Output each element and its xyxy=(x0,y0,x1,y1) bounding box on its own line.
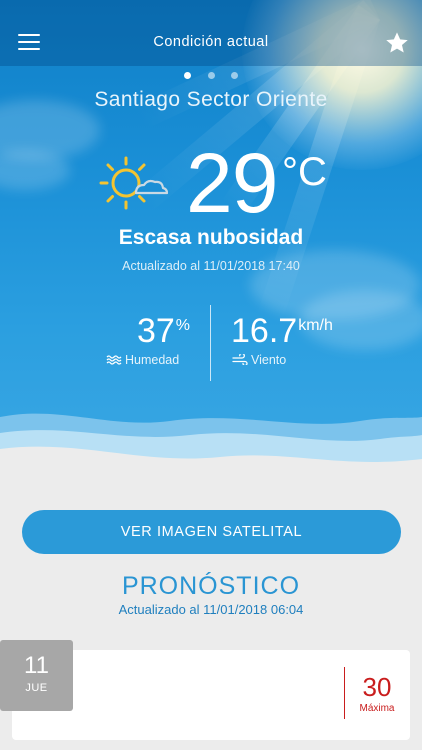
condition-text: Escasa nubosidad xyxy=(118,226,304,249)
forecast-updated: Actualizado al 11/01/2018 06:04 xyxy=(118,602,304,617)
temperature-value: 29 xyxy=(186,136,278,230)
wind-number: 16.7 xyxy=(231,312,298,350)
humidity-value: 37% xyxy=(137,312,190,351)
humidity-waves-icon xyxy=(106,355,122,365)
page-dot[interactable] xyxy=(207,72,215,79)
star-icon[interactable] xyxy=(384,30,410,56)
humidity-label: Humedad xyxy=(125,353,180,367)
forecast-title: PRONÓSTICO xyxy=(121,572,301,600)
page-indicator[interactable] xyxy=(0,66,422,84)
top-bar xyxy=(0,0,422,66)
wind-value: 16.7km/h xyxy=(231,312,333,351)
temperature-unit: °C xyxy=(282,150,327,194)
sun-cloud-icon xyxy=(99,156,168,210)
humidity-number: 37 xyxy=(136,312,175,350)
max-temp-label: Máxima xyxy=(359,703,395,714)
forecast-day-number: 11 xyxy=(24,652,49,679)
forecast-day-badge: 11 JUE xyxy=(0,640,73,711)
updated-time: Actualizado al 11/01/2018 17:40 xyxy=(122,259,300,273)
wind-icon xyxy=(232,352,248,367)
page-dot[interactable] xyxy=(230,72,238,79)
wind-label: Viento xyxy=(251,353,287,367)
satellite-image-button[interactable]: VER IMAGEN SATELITAL xyxy=(22,510,401,554)
page-title: Condición actual xyxy=(153,34,269,50)
page-dot[interactable] xyxy=(184,72,192,79)
stats-divider xyxy=(210,305,211,381)
wind-unit: km/h xyxy=(298,317,333,334)
forecast-day-name: JUE xyxy=(25,682,48,694)
max-temp-value: 30 xyxy=(362,672,392,702)
location-name: Santiago Sector Oriente xyxy=(94,88,328,111)
humidity-unit: % xyxy=(175,317,190,334)
wind-label-row: Viento xyxy=(232,352,287,367)
max-temp-divider xyxy=(344,667,345,719)
wave-divider xyxy=(0,413,422,485)
humidity-label-row: Humedad xyxy=(106,353,179,367)
